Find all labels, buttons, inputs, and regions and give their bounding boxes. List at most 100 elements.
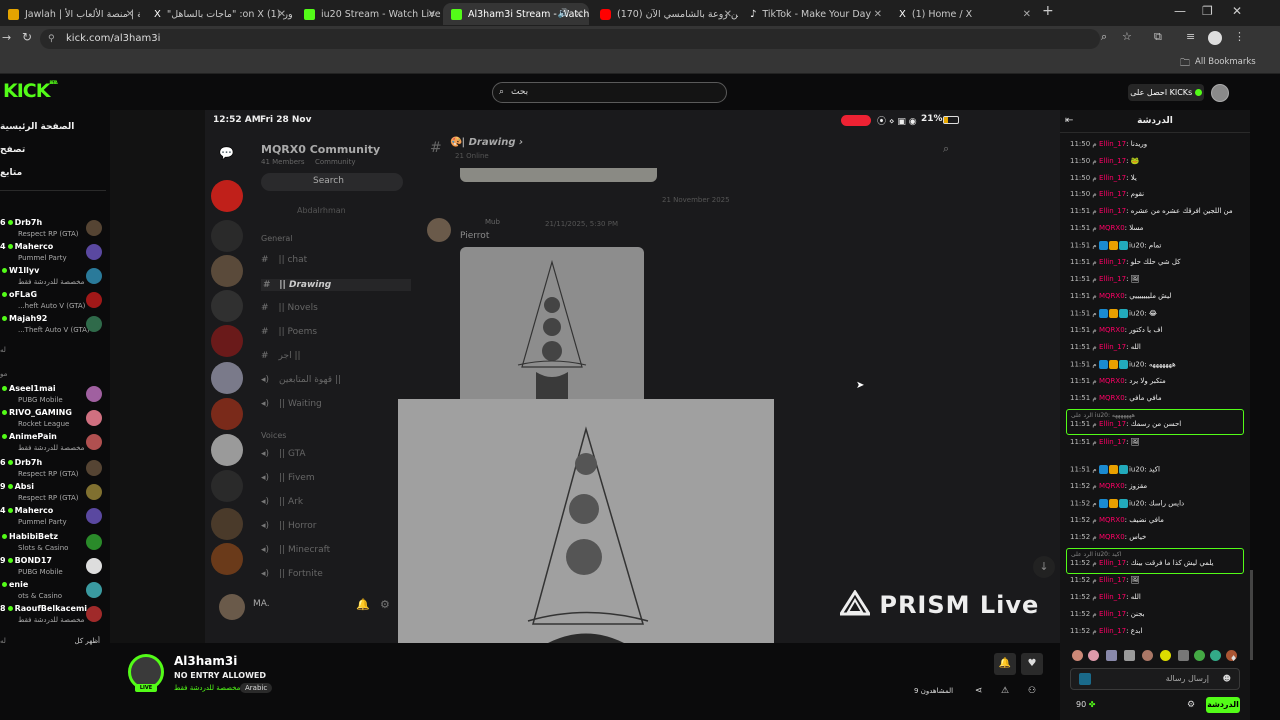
chat-username[interactable]: iu20 — [1129, 242, 1144, 250]
emote-icon[interactable] — [1088, 650, 1099, 661]
get-kicks-button[interactable]: احصل على KICKs — [1128, 84, 1204, 101]
chat-message[interactable]: 11:52 م MQRX0: خياس — [1070, 533, 1245, 548]
chat-username[interactable]: Ellin_17 — [1099, 207, 1126, 215]
chat-username[interactable]: Ellin_17 — [1099, 343, 1126, 351]
menu-icon[interactable]: ⋮ — [1234, 30, 1245, 43]
chat-message[interactable]: 11:50 م Ellin_17: يلا — [1070, 174, 1245, 189]
sidebar-channel[interactable]: oFLaG ...heft Auto V (GTA) — [0, 290, 108, 314]
user-group-icon[interactable]: ⚇ — [1028, 686, 1036, 696]
emote-icon[interactable] — [1210, 650, 1221, 661]
emote-icon[interactable] — [1178, 650, 1189, 661]
chat-message[interactable]: 11:52 م Ellin_17: يلمي ليش كذا ما فرقت ب… — [1070, 559, 1245, 574]
sidebar-channel[interactable]: W1llyv مخصصة للدردشة فقط — [0, 266, 108, 290]
sidebar-channel[interactable]: RIVO_GAMING Rocket League — [0, 408, 108, 432]
show-more-link[interactable]: أظهر كل — [75, 637, 100, 645]
chat-username[interactable]: Ellin_17 — [1099, 258, 1126, 266]
tab-x-mansour[interactable]: X"ماجات بالساهل" :on X (1) منصور✕ — [146, 3, 292, 25]
chat-message[interactable]: 11:51 م Ellin_17: احسن من رسمك — [1070, 420, 1245, 435]
reload-icon[interactable]: ↻ — [22, 30, 32, 44]
chat-message[interactable]: 11:52 م iu20: دايس راسك — [1070, 499, 1245, 514]
chat-username[interactable]: Ellin_17 — [1099, 576, 1126, 584]
chat-message[interactable]: 11:51 م MQRX0: متكبر ولا يرد — [1070, 377, 1245, 392]
new-tab-icon[interactable]: + — [1042, 3, 1054, 19]
search-input[interactable]: ⌕ بحث — [492, 82, 727, 103]
send-chat-button[interactable]: الدردشة — [1206, 697, 1240, 713]
profile-avatar[interactable] — [1208, 31, 1222, 45]
notification-bell-button[interactable]: 🔔 — [994, 653, 1016, 675]
page-scrollbar[interactable]: ♦ — [1230, 110, 1280, 720]
url-field[interactable]: ⚲ kick.com/al3ham3i — [40, 29, 1100, 49]
close-icon[interactable]: ✕ — [126, 9, 134, 20]
sidebar-channel[interactable]: Majah92 ...Theft Auto V (GTA) — [0, 314, 108, 338]
tab-al3ham3i-stream[interactable]: Al3ham3i Stream - Watch L 🔊 ✕ — [443, 3, 589, 25]
tab-jawlah[interactable]: Jawlah | جولة | منصة الألعاب الأ✕ — [0, 3, 140, 25]
sidebar-channel[interactable]: enie ots & Casino — [0, 580, 108, 604]
streamer-name[interactable]: Al3ham3i — [174, 654, 237, 668]
emoji-icon[interactable]: ☻ — [1223, 669, 1231, 689]
chat-username[interactable]: iu20 — [1129, 466, 1144, 474]
chat-message[interactable]: 11:52 م Ellin_17: الله — [1070, 593, 1245, 608]
all-bookmarks-link[interactable]: All Bookmarks — [1195, 57, 1256, 67]
chat-message[interactable]: 11:51 م Ellin_17: من اللجين افرقك عشره م… — [1070, 207, 1245, 222]
media-controls-icon[interactable]: ≡ — [1186, 30, 1195, 43]
chat-settings-gear-icon[interactable]: ⚙ — [1187, 700, 1195, 710]
bookmark-star-icon[interactable]: ☆ — [1122, 30, 1132, 43]
chat-username[interactable]: MQRX0 — [1099, 377, 1125, 385]
chat-message[interactable]: 11:51 م Ellin_17: 🖼 — [1070, 275, 1245, 290]
sidebar-channel[interactable]: AnimePain مخصصة للدردشة فقط — [0, 432, 108, 456]
tab-youtube[interactable]: (170) علي بن روعة بالشامسي الآن✕ — [592, 3, 738, 25]
speaker-icon[interactable]: 🔊 — [558, 9, 569, 19]
scroll-thumb[interactable] — [1250, 570, 1253, 660]
chat-message[interactable]: 11:50 م Ellin_17: وريدنا — [1070, 140, 1245, 155]
chat-username[interactable]: MQRX0 — [1099, 326, 1125, 334]
emote-icon[interactable] — [1194, 650, 1205, 661]
chat-username[interactable]: Ellin_17 — [1099, 275, 1126, 283]
chat-username[interactable]: Ellin_17 — [1099, 190, 1126, 198]
language-tag[interactable]: Arabic — [240, 683, 273, 693]
chat-message[interactable]: 11:51 م MQRX0: مسلا — [1070, 224, 1245, 239]
nav-following[interactable]: متابع — [0, 168, 22, 178]
kick-logo[interactable]: KICKBETA — [3, 80, 58, 102]
chat-message[interactable]: 11:51 م iu20: تمام — [1070, 241, 1245, 256]
share-icon[interactable]: ⋖ — [975, 686, 983, 696]
stream-category[interactable]: مخصصة للدردشة فقط — [174, 684, 240, 692]
close-icon[interactable]: ✕ — [278, 9, 286, 20]
close-icon[interactable]: ✕ — [1023, 9, 1031, 20]
chat-message[interactable]: 11:50 م Ellin_17: 🐸 — [1070, 157, 1245, 172]
emote-icon[interactable] — [1072, 650, 1083, 661]
emote-icon[interactable] — [1142, 650, 1153, 661]
chat-message[interactable]: 11:51 م Ellin_17: كل شي حلك حلو — [1070, 258, 1245, 273]
streamer-avatar[interactable]: LIVE — [128, 654, 164, 692]
sidebar-channel[interactable]: 4 Maherco Pummel Party — [0, 506, 108, 530]
chat-username[interactable]: MQRX0 — [1099, 533, 1125, 541]
chat-input[interactable]: إرسال رسالة ☻ — [1070, 668, 1240, 690]
sidebar-channel[interactable]: 4 Maherco Pummel Party — [0, 242, 108, 266]
chat-message[interactable]: 11:51 م iu20: 😂 — [1070, 309, 1245, 324]
chat-username[interactable]: Ellin_17 — [1099, 157, 1126, 165]
sidebar-channel[interactable]: 6 Drb7h Respect RP (GTA) — [0, 218, 108, 242]
video-player[interactable]: 12:52 AM Fri 28 Nov ⦿ ⋄ ▣ ◉ 21% 💬 MQRX0 … — [110, 110, 1060, 643]
chat-message[interactable]: 11:51 م iu20: اكيد — [1070, 465, 1245, 480]
chat-message[interactable]: 11:52 م MQRX0: مافي نضيف — [1070, 516, 1245, 531]
extensions-icon[interactable]: ⧉ — [1154, 30, 1162, 44]
chat-username[interactable]: MQRX0 — [1099, 394, 1125, 402]
chat-message[interactable]: 11:52 م Ellin_17: بجنن — [1070, 610, 1245, 625]
minimize-icon[interactable]: — — [1174, 4, 1186, 18]
tab-x-home[interactable]: X (1) Home / X ✕ — [891, 3, 1037, 25]
chat-message[interactable]: 11:51 م MQRX0: اف يا دكتور — [1070, 326, 1245, 341]
close-icon[interactable]: ✕ — [428, 9, 436, 20]
maximize-icon[interactable]: ❐ — [1202, 4, 1213, 18]
chat-username[interactable]: Ellin_17 — [1099, 420, 1126, 428]
chat-message[interactable]: 11:51 م Ellin_17: 🖼 — [1070, 438, 1245, 453]
user-avatar[interactable] — [1211, 84, 1229, 102]
sidebar-channel[interactable]: 8 RaoufBelkacemi مخصصة للدردشة فقط — [0, 604, 108, 628]
emote-icon[interactable] — [1124, 650, 1135, 661]
chat-message[interactable]: 11:50 م Ellin_17: نقوم — [1070, 190, 1245, 205]
close-icon[interactable]: ✕ — [874, 9, 882, 20]
site-info-icon[interactable]: ⚲ — [48, 29, 55, 49]
chat-message[interactable]: 11:52 م Ellin_17: 🖼 — [1070, 576, 1245, 591]
chat-message[interactable]: 11:51 م MQRX0: مافي مافي — [1070, 394, 1245, 409]
sidebar-channel[interactable]: 6 Drb7h Respect RP (GTA) — [0, 458, 108, 482]
chat-username[interactable]: MQRX0 — [1099, 516, 1125, 524]
chevron-icon[interactable]: له — [0, 637, 6, 645]
